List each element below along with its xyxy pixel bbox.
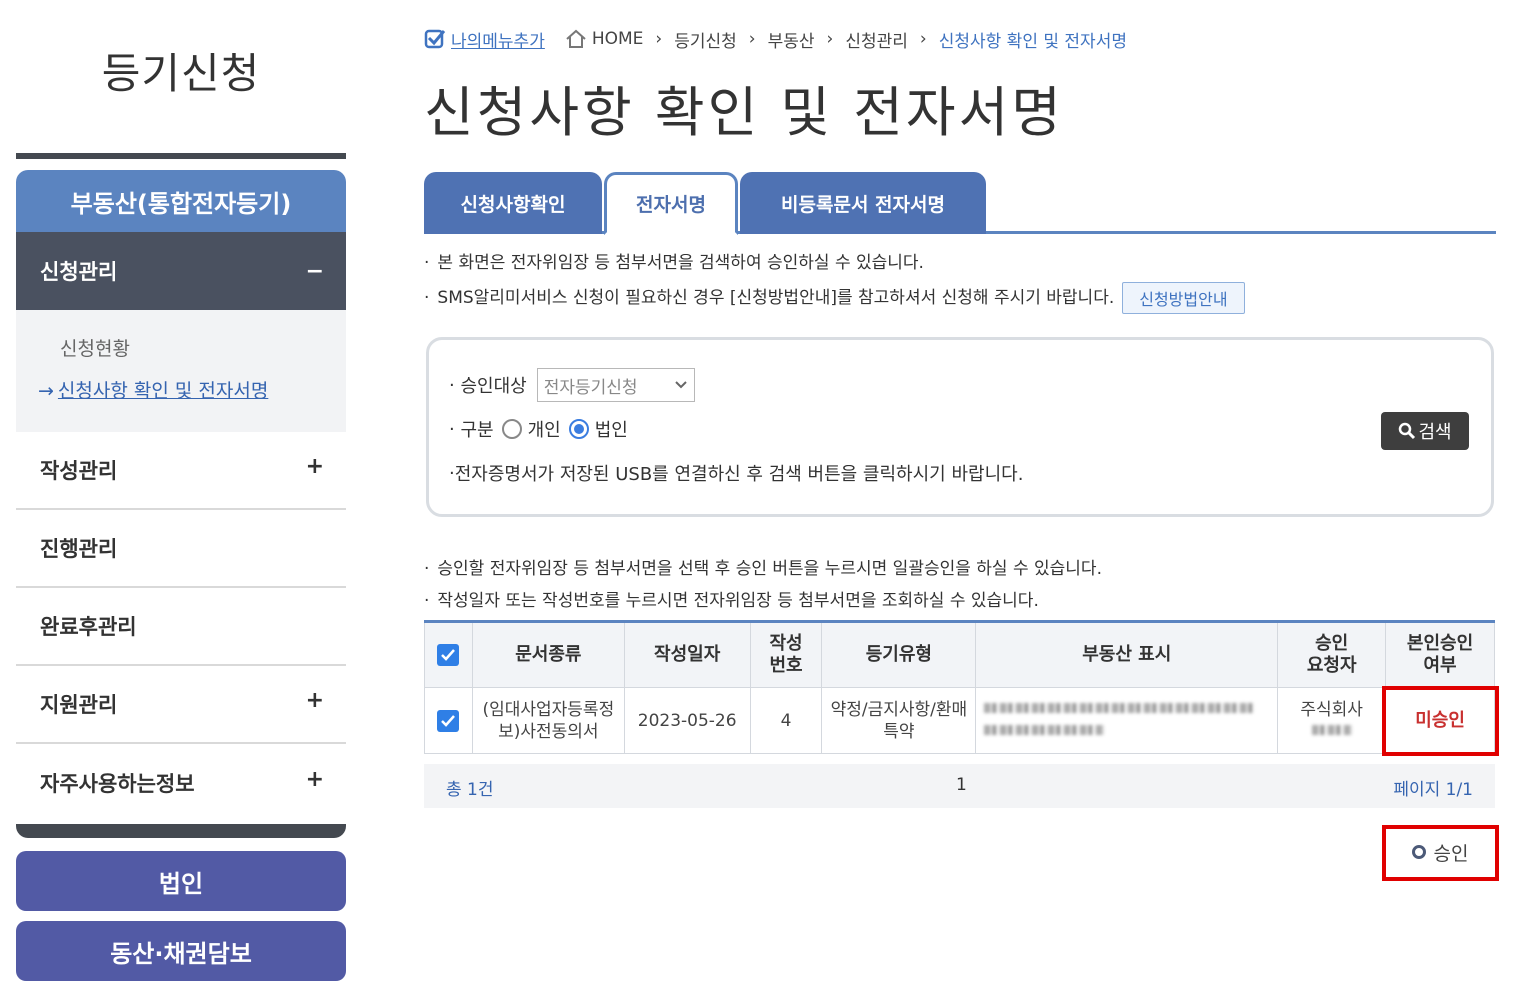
radio-corporation[interactable] [568, 419, 589, 439]
property-cell-redacted [975, 687, 1279, 754]
application-guide-button[interactable]: 신청방법안내 [1122, 282, 1245, 314]
add-my-menu-label: 나의메뉴추가 [451, 31, 545, 52]
sidebar-item-application-management[interactable]: 신청관리 − [16, 232, 346, 310]
info-note: · SMS알리미서비스 신청이 필요하신 경우 [신청방법안내]를 참고하셔서 신… [424, 282, 1245, 314]
sidebar-item-label: 진행관리 [40, 537, 118, 561]
tab-application-confirm[interactable]: 신청사항확인 [424, 172, 602, 234]
total-count: 총 1건 [446, 780, 494, 800]
type-field: · 구분 개인 법인 [449, 416, 628, 442]
submenu-item-confirm-sign[interactable]: → 신청사항 확인 및 전자서명 [38, 376, 268, 403]
document-table: 문서종류 작성일자 작성 번호 등기유형 부동산 표시 승인 요청자 본인승인 … [424, 620, 1495, 754]
col-requester: 승인 요청자 [1277, 621, 1387, 688]
collapse-icon[interactable]: − [306, 259, 324, 284]
date-link[interactable]: 2023-05-26 [623, 687, 751, 754]
number-link[interactable]: 4 [749, 687, 823, 754]
expand-icon[interactable]: + [306, 767, 324, 792]
approval-target-select[interactable]: 전자등기신청 [536, 368, 695, 402]
breadcrumb-separator: › [919, 29, 927, 49]
search-button[interactable]: 검색 [1381, 412, 1469, 450]
breadcrumb-separator: › [826, 29, 834, 49]
breadcrumb-separator: › [748, 29, 756, 49]
breadcrumb-current: 신청사항 확인 및 전자서명 [938, 31, 1127, 52]
breadcrumb-registration[interactable]: 등기신청 [674, 27, 737, 52]
pagination-bar: 총 1건 1 페이지 1/1 [424, 764, 1495, 808]
sidebar-submenu: 신청현황 → 신청사항 확인 및 전자서명 [16, 310, 346, 432]
col-date: 작성일자 [623, 621, 751, 688]
sidebar-item-frequent-info[interactable]: 자주사용하는정보 + [16, 744, 346, 822]
tab-bar: 신청사항확인 전자서명 비등록문서 전자서명 [424, 172, 1496, 235]
breadcrumb-real-estate[interactable]: 부동산 [768, 27, 815, 52]
select-all-checkbox[interactable] [437, 644, 460, 666]
row-checkbox[interactable] [437, 709, 460, 732]
sidebar-item-support-management[interactable]: 지원관리 + [16, 666, 346, 744]
type-label: 구분 [460, 420, 494, 441]
breadcrumb-separator: › [655, 29, 663, 49]
breadcrumb-application-management[interactable]: 신청관리 [845, 27, 908, 52]
sidebar-item-label: 완료후관리 [40, 615, 137, 639]
table-row: (임대사업자등록정보)사전동의서 2023-05-26 4 약정/금지사항/환매… [424, 687, 1495, 754]
sidebar-top-divider [16, 153, 346, 159]
col-approval-status: 본인승인 여부 [1385, 621, 1495, 688]
sidebar-item-label: 작성관리 [40, 459, 118, 483]
radio-corporation-label: 법인 [594, 420, 628, 441]
chevron-down-icon [674, 381, 687, 389]
sidebar-title: 등기신청 [101, 49, 261, 98]
select-all-cell[interactable] [424, 621, 473, 688]
sidebar-item-label: 자주사용하는정보 [40, 772, 195, 796]
search-icon [1399, 422, 1416, 440]
expand-icon[interactable]: + [306, 688, 324, 713]
tab-unregistered-doc-signature[interactable]: 비등록문서 전자서명 [740, 172, 986, 234]
tab-electronic-signature[interactable]: 전자서명 [604, 172, 738, 235]
breadcrumb-home[interactable]: HOME [592, 29, 644, 49]
expand-icon[interactable]: + [306, 454, 324, 479]
sidebar-header[interactable]: 부동산(통합전자등기) [16, 170, 346, 232]
search-panel: · 승인대상 전자등기신청 · 구분 개인 법인 · 전자증명서가 저장된 USB… [426, 337, 1494, 517]
page-info: 페이지 1/1 [1393, 780, 1473, 800]
sidebar-item-label: 지원관리 [40, 693, 118, 717]
page-title: 신청사항 확인 및 전자서명 [424, 81, 1064, 144]
highlight-approve [1382, 825, 1499, 881]
reg-type-cell: 약정/금지사항/환매특약 [821, 687, 977, 754]
highlight-status [1382, 686, 1499, 756]
sidebar-item-label: 신청관리 [40, 260, 118, 284]
home-icon [566, 29, 586, 48]
col-number: 작성 번호 [749, 621, 823, 688]
movable-claim-button[interactable]: 동산·채권담보 [16, 921, 346, 981]
sidebar-item-write-management[interactable]: 작성관리 + [16, 432, 346, 510]
breadcrumb: 나의메뉴추가 HOME › 등기신청 › 부동산 › 신청관리 › 신청사항 확… [424, 26, 1139, 52]
info-note: · 본 화면은 전자위임장 등 첨부서면을 검색하여 승인하실 수 있습니다. [424, 253, 924, 273]
page-number[interactable]: 1 [956, 775, 967, 795]
search-hint: · 전자증명서가 저장된 USB를 연결하신 후 검색 버튼을 클릭하시기 바랍니… [449, 462, 1024, 486]
doc-type-cell: (임대사업자등록정보)사전동의서 [471, 687, 625, 754]
submenu-item-status[interactable]: 신청현황 [60, 334, 130, 361]
sidebar-item-post-completion[interactable]: 완료후관리 [16, 588, 346, 666]
sidebar-bottom-divider [16, 824, 346, 838]
submenu-item-label: 신청사항 확인 및 전자서명 [57, 380, 269, 402]
table-header-row: 문서종류 작성일자 작성 번호 등기유형 부동산 표시 승인 요청자 본인승인 … [424, 621, 1495, 688]
radio-individual-label: 개인 [527, 420, 561, 441]
add-my-menu-link[interactable]: 나의메뉴추가 [424, 27, 545, 52]
col-property: 부동산 표시 [975, 621, 1279, 688]
col-reg-type: 등기유형 [821, 621, 977, 688]
info-note: · 승인할 전자위임장 등 첨부서면을 선택 후 승인 버튼을 누르시면 일괄승인… [424, 559, 1102, 579]
corporation-button[interactable]: 법인 [16, 851, 346, 911]
arrow-right-icon: → [38, 380, 54, 402]
approval-target-label: 승인대상 [460, 376, 527, 397]
col-doc-type: 문서종류 [471, 621, 625, 688]
info-note: · 작성일자 또는 작성번호를 누르시면 전자위임장 등 첨부서면을 조회하실 수… [424, 591, 1039, 611]
checkbox-icon [424, 29, 446, 49]
requester-cell: 주식회사 [1277, 687, 1387, 754]
radio-individual[interactable] [501, 419, 522, 439]
row-select-cell[interactable] [424, 687, 473, 754]
sidebar-item-progress-management[interactable]: 진행관리 [16, 510, 346, 588]
approval-target-field: · 승인대상 전자등기신청 [449, 368, 695, 402]
